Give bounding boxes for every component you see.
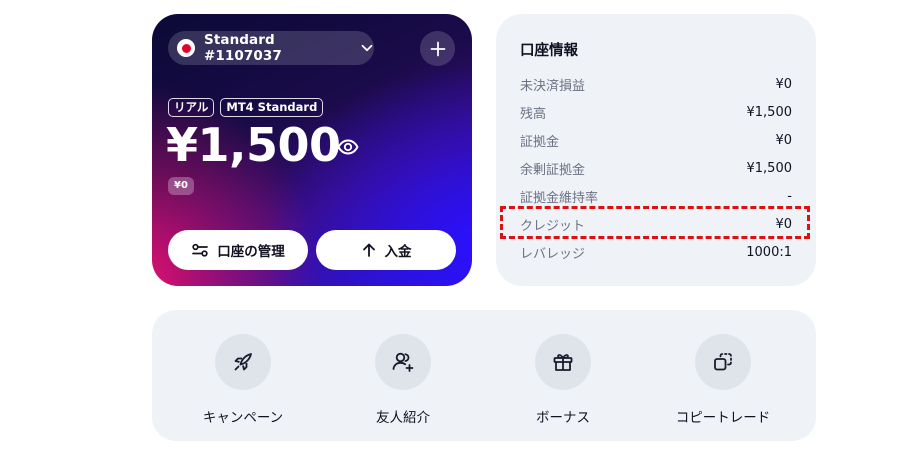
balance-amount: ¥1,500 [166,118,341,172]
copy-trade-button[interactable]: コピートレード [658,334,788,426]
info-label: 余剰証拠金 [520,162,586,178]
referral-label: 友人紹介 [376,410,430,426]
rocket-icon [215,334,271,390]
copy-trade-icon [695,334,751,390]
info-value: ¥1,500 [746,104,793,120]
credit-badge: ¥0 [168,177,194,195]
credit-highlight-box [500,206,810,239]
info-row-balance: 残高 ¥1,500 [520,102,792,122]
deposit-label: 入金 [384,244,412,260]
eye-icon[interactable] [336,135,360,159]
info-value: 1000:1 [746,244,792,260]
info-row-unrealized-pl: 未決済損益 ¥0 [520,74,792,94]
gift-icon [535,334,591,390]
info-row-free-margin: 余剰証拠金 ¥1,500 [520,158,792,178]
add-account-button[interactable] [420,31,455,66]
settings-sliders-icon [192,243,209,257]
campaign-button[interactable]: キャンペーン [178,334,308,426]
bonus-label: ボーナス [536,410,590,426]
japan-flag-icon [177,39,195,57]
info-value: - [787,188,792,204]
account-info-title: 口座情報 [520,43,578,59]
deposit-button[interactable]: 入金 [316,230,456,270]
account-info-panel: 口座情報 未決済損益 ¥0 残高 ¥1,500 証拠金 ¥0 余剰証拠金 ¥1,… [496,14,816,286]
bonus-button[interactable]: ボーナス [498,334,628,426]
campaign-label: キャンペーン [202,410,284,426]
info-row-leverage: レバレッジ 1000:1 [520,242,792,262]
arrow-up-icon [362,243,375,257]
info-label: レバレッジ [520,246,586,262]
info-label: 証拠金 [520,134,560,150]
info-label: 証拠金維持率 [520,190,599,206]
info-row-margin: 証拠金 ¥0 [520,130,792,150]
manage-account-label: 口座の管理 [217,244,285,260]
chevron-down-icon [360,41,374,55]
account-name: Standard #1107037 [204,32,282,64]
user-plus-icon [375,334,431,390]
tag-real: リアル [168,98,215,117]
account-tags: リアル MT4 Standard [168,98,324,117]
copy-trade-label: コピートレード [675,410,771,426]
manage-account-button[interactable]: 口座の管理 [168,230,308,270]
info-value: ¥0 [775,76,792,92]
info-row-margin-level: 証拠金維持率 - [520,186,792,206]
tag-platform: MT4 Standard [220,98,324,117]
account-selector[interactable]: Standard #1107037 [168,31,374,65]
quick-actions-panel: キャンペーン 友人紹介 ボーナス コピートレード [152,310,816,441]
info-value: ¥0 [775,132,792,148]
referral-button[interactable]: 友人紹介 [338,334,468,426]
account-card: Standard #1107037 リアル MT4 Standard ¥1,50… [152,14,472,286]
info-label: 未決済損益 [520,78,586,94]
plus-icon [430,41,445,56]
info-label: 残高 [520,106,547,122]
info-value: ¥1,500 [746,160,793,176]
